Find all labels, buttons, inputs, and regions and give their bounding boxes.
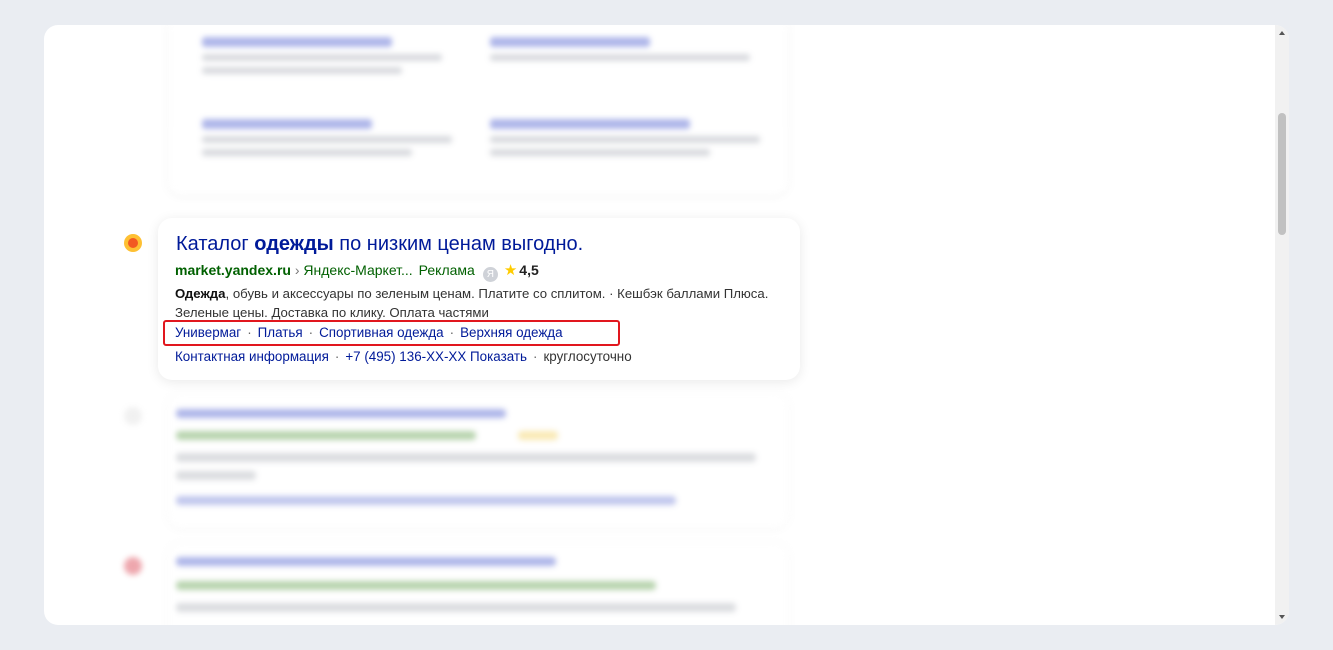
ad-rating: 4,5 — [519, 262, 539, 278]
star-icon: ★ — [503, 262, 518, 279]
show-phone-link[interactable]: Показать — [470, 349, 527, 364]
market-favicon-icon — [124, 234, 142, 252]
ad-title-link[interactable]: Каталог одежды по низким ценам выгодно. — [176, 233, 583, 256]
ad-url-path: market.yandex.ru › Яндекс-Маркет... Рекла… — [175, 262, 539, 282]
ad-label[interactable]: Реклама — [419, 262, 475, 278]
serp-viewport: Каталог одежды по низким ценам выгодно. … — [44, 25, 1289, 625]
scroll-down-arrow-icon[interactable] — [1279, 615, 1285, 619]
ad-breadcrumb-link[interactable]: Яндекс-Маркет... — [303, 262, 412, 278]
highlight-box — [163, 320, 620, 346]
favicon-icon — [124, 407, 142, 425]
phone-number: +7 (495) 136-XX-XX — [345, 349, 467, 364]
scroll-up-arrow-icon[interactable] — [1279, 31, 1285, 35]
contact-info-link[interactable]: Контактная информация — [175, 349, 329, 364]
yandex-badge-icon: Я — [482, 267, 498, 282]
ad-contacts: Контактная информация · +7 (495) 136-XX-XX… — [175, 349, 632, 364]
scrollbar[interactable] — [1275, 25, 1289, 625]
ad-domain-link[interactable]: market.yandex.ru — [175, 262, 291, 278]
ad-description: Одежда, обувь и аксессуары по зеленым це… — [175, 286, 769, 320]
working-hours: круглосуточно — [543, 349, 632, 364]
blurred-sitelinks-card — [168, 25, 788, 195]
favicon-icon — [124, 557, 142, 575]
scrollbar-thumb[interactable] — [1278, 113, 1286, 235]
